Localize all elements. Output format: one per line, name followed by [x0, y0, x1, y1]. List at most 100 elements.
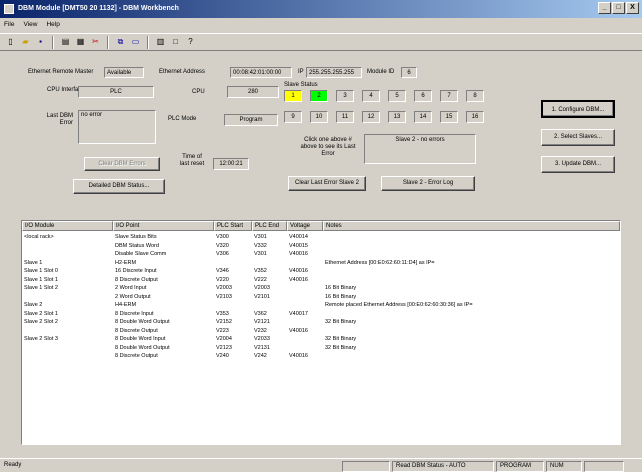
- table-cell: V222: [254, 276, 267, 283]
- slave-8-indicator[interactable]: 8: [466, 90, 484, 102]
- slave-15-indicator[interactable]: 15: [440, 111, 458, 123]
- status-bar: Ready Read DBM Status - AUTO PROGRAM NUM: [0, 458, 642, 472]
- table-row[interactable]: Slave 2 Slot 1 8 Discrete Input V353 V362 V4…: [22, 310, 620, 319]
- column-plc-end[interactable]: PLC End: [252, 221, 287, 231]
- table-cell: V40017: [289, 310, 308, 317]
- toolbar-separator: [147, 35, 149, 49]
- clear-dbm-errors-button[interactable]: Clear DBM Errors: [84, 157, 160, 171]
- column-voltage[interactable]: Voltage: [287, 221, 323, 231]
- table-cell: V240: [216, 353, 229, 359]
- table-cell: Slave 1 Slot 2: [24, 285, 58, 291]
- paste-icon[interactable]: ▭: [129, 36, 142, 49]
- table-cell: V300: [216, 234, 229, 240]
- menu-help[interactable]: Help: [46, 18, 59, 32]
- slave-12-indicator[interactable]: 12: [362, 111, 380, 123]
- table-row[interactable]: Disable Slave Comm V306 V301 V40016: [22, 250, 620, 259]
- slave-error-hint: Click one above # above to see its Last …: [300, 137, 356, 157]
- io-table[interactable]: I/O Module I/O Point PLC Start PLC End V…: [21, 220, 621, 445]
- time-of-last-reset-field: 12:00:21: [213, 158, 249, 170]
- app-icon[interactable]: [4, 4, 14, 14]
- table-row[interactable]: Slave 2 H4-ERM Remote placed Ethernet Addr…: [22, 301, 620, 310]
- slave-4-indicator[interactable]: 4: [362, 90, 380, 102]
- status-ready: Ready: [4, 462, 22, 468]
- save-icon[interactable]: ▪: [34, 36, 47, 49]
- column-io-point[interactable]: I/O Point: [113, 221, 214, 231]
- close-button[interactable]: X: [626, 2, 639, 14]
- help-icon[interactable]: ?: [184, 36, 197, 49]
- cpu-label: CPU: [192, 89, 205, 95]
- table-row[interactable]: Slave 2 Slot 3 8 Double Word Input V2004 V2…: [22, 335, 620, 344]
- table-cell: 2 Word Input: [115, 285, 147, 291]
- table-cell: 16 Discrete Input: [115, 268, 157, 274]
- minimize-button[interactable]: _: [598, 2, 611, 14]
- slave-13-indicator[interactable]: 13: [388, 111, 406, 123]
- table-cell: Slave 2 Slot 3: [24, 336, 58, 342]
- cut-icon[interactable]: ✂: [89, 36, 102, 49]
- table-row[interactable]: 2 Word Output V2103 V2101 16 Bit Binary: [22, 293, 620, 302]
- table-row[interactable]: 8 Double Word Output V2123 V2131 32 Bit Bin…: [22, 344, 620, 353]
- print-icon[interactable]: ▤: [59, 36, 72, 49]
- copy-icon[interactable]: ⧉: [114, 36, 127, 49]
- slave-2-indicator[interactable]: 2: [310, 90, 328, 102]
- table-row[interactable]: Slave 1 Slot 0 16 Discrete Input V346 V352 V…: [22, 267, 620, 276]
- detailed-dbm-status-button[interactable]: Detailed DBM Status...: [73, 179, 165, 194]
- table-cell: V2103: [216, 293, 232, 300]
- column-io-module[interactable]: I/O Module: [22, 221, 113, 231]
- table-row[interactable]: Slave 1 H2-ERM Ethernet Address [00:E0:62:…: [22, 259, 620, 268]
- table-cell: Slave 2 Slot 2: [24, 319, 58, 325]
- slave-last-error-field: Slave 2 - no errors: [364, 134, 476, 164]
- slave-6-indicator[interactable]: 6: [414, 90, 432, 102]
- title-bar: DBM Module [DMT50 20 1132] - DBM Workben…: [0, 0, 642, 18]
- slave-14-indicator[interactable]: 14: [414, 111, 432, 123]
- table-row[interactable]: <local rack> Slave Status Bits V300 V301 V40…: [22, 233, 620, 242]
- table-cell: Slave 2 Slot 1: [24, 310, 58, 317]
- new-icon[interactable]: ▯: [4, 36, 17, 49]
- table-header: I/O Module I/O Point PLC Start PLC End V…: [22, 221, 620, 231]
- print-setup-icon[interactable]: ▥: [154, 36, 167, 49]
- slave-error-log-button[interactable]: Slave 2 - Error Log: [381, 176, 475, 191]
- table-cell: V320: [216, 242, 229, 249]
- table-cell: V353: [216, 310, 229, 317]
- table-row[interactable]: DBM Status Word V320 V332 V40015: [22, 242, 620, 251]
- table-cell: Slave 1: [24, 259, 43, 266]
- table-cell: 8 Discrete Input: [115, 310, 154, 317]
- table-cell: 2 Word Output: [115, 293, 151, 300]
- table-cell: V2101: [254, 293, 270, 300]
- ethernet-address-label: Ethernet Address: [159, 69, 206, 75]
- table-cell: V2121: [254, 319, 270, 325]
- table-cell: V352: [254, 268, 267, 274]
- table-cell: V40016: [289, 268, 308, 274]
- table-row[interactable]: Slave 2 Slot 2 8 Double Word Output V2152 V…: [22, 318, 620, 327]
- toolbar-separator: [107, 35, 109, 49]
- slave-10-indicator[interactable]: 10: [310, 111, 328, 123]
- table-row[interactable]: 8 Discrete Output V240 V242 V40016: [22, 352, 620, 361]
- slave-11-indicator[interactable]: 11: [336, 111, 354, 123]
- slave-3-indicator[interactable]: 3: [336, 90, 354, 102]
- slave-7-indicator[interactable]: 7: [440, 90, 458, 102]
- table-row[interactable]: Slave 1 Slot 1 8 Discrete Output V220 V222 V…: [22, 276, 620, 285]
- plc-mode-field: Program: [224, 114, 278, 126]
- update-dbm-button[interactable]: 3. Update DBM...: [541, 156, 615, 173]
- status-dbm: Read DBM Status - AUTO: [392, 461, 494, 472]
- slave-1-indicator[interactable]: 1: [284, 90, 302, 102]
- menu-file[interactable]: File: [4, 18, 14, 32]
- configure-dbm-button[interactable]: 1. Configure DBM...: [541, 100, 615, 118]
- table-cell: Slave 1 Slot 0: [24, 268, 58, 274]
- slave-16-indicator[interactable]: 16: [466, 111, 484, 123]
- clear-last-error-slave-button[interactable]: Clear Last Error Slave 2: [288, 176, 366, 191]
- menu-view[interactable]: View: [23, 18, 37, 32]
- column-plc-start[interactable]: PLC Start: [214, 221, 252, 231]
- slave-5-indicator[interactable]: 5: [388, 90, 406, 102]
- table-row[interactable]: 8 Discrete Output V223 V232 V40016: [22, 327, 620, 336]
- column-notes[interactable]: Notes: [323, 221, 620, 231]
- table-cell: 32 Bit Binary: [325, 336, 357, 342]
- window-icon[interactable]: □: [169, 36, 182, 49]
- open-icon[interactable]: ▰: [19, 36, 32, 49]
- print-preview-icon[interactable]: ▦: [74, 36, 87, 49]
- select-slaves-button[interactable]: 2. Select Slaves...: [541, 129, 615, 146]
- table-row[interactable]: Slave 1 Slot 2 2 Word Input V2003 V2003 16 B…: [22, 284, 620, 293]
- maximize-button[interactable]: □: [612, 2, 625, 14]
- slave-9-indicator[interactable]: 9: [284, 111, 302, 123]
- table-cell: <local rack>: [24, 234, 54, 240]
- module-id-label: Module ID: [367, 69, 395, 75]
